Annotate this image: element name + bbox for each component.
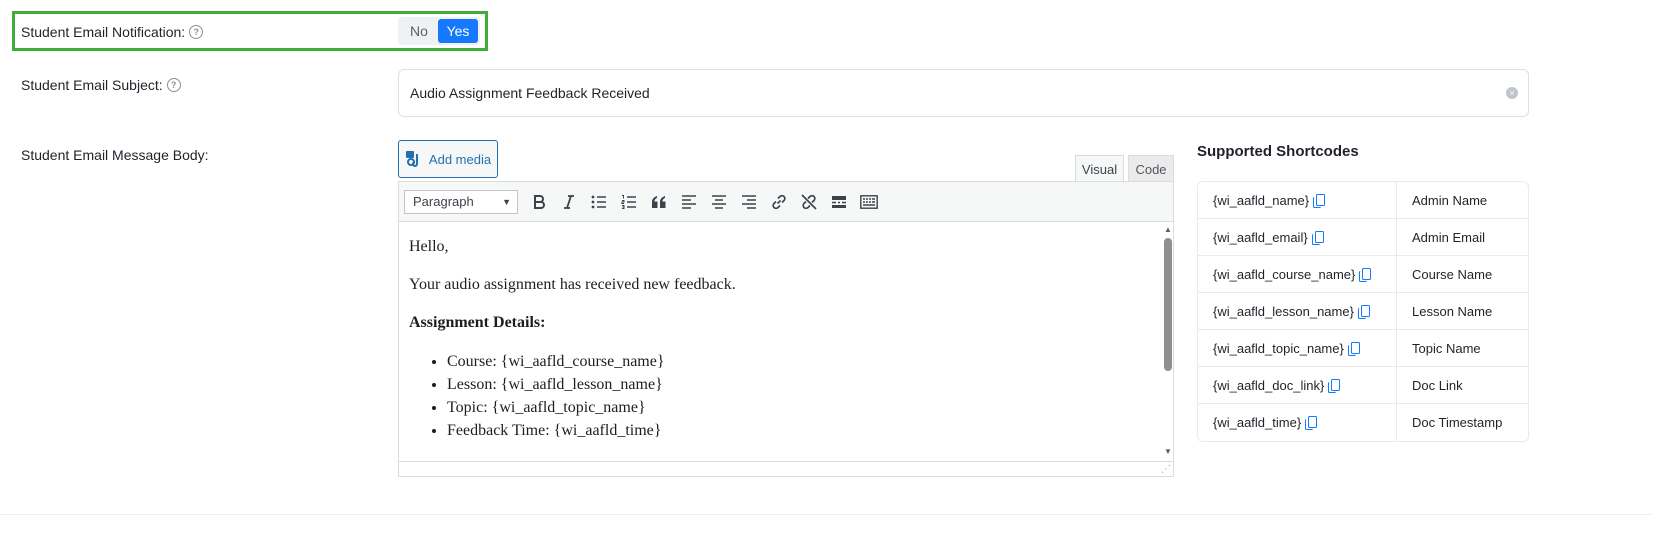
copy-icon[interactable] [1347,341,1360,356]
details-list: Course: {wi_aafld_course_name} Lesson: {… [447,350,1153,442]
shortcode-desc: Admin Email [1412,229,1485,245]
shortcode-desc: Admin Name [1412,192,1488,208]
table-row: {wi_aafld_doc_link} Doc Link [1198,367,1528,404]
read-more-icon[interactable] [824,188,854,216]
greeting-text: Hello, [409,238,449,255]
shortcode-desc: Lesson Name [1412,303,1493,319]
shortcode-desc: Doc Timestamp [1412,415,1503,430]
align-center-icon[interactable] [704,188,734,216]
align-left-icon[interactable] [674,188,704,216]
shortcode-value: {wi_aafld_time} [1213,415,1302,430]
add-media-button[interactable]: Add media [398,140,498,178]
shortcode-value: {wi_aafld_lesson_name} [1213,303,1354,319]
subject-input[interactable] [398,69,1529,117]
shortcodes-table: {wi_aafld_name} Admin Name {wi_aafld_ema… [1197,181,1529,442]
chevron-down-icon: ▼ [502,196,511,207]
list-item: Feedback Time: {wi_aafld_time} [447,419,1153,442]
copy-icon[interactable] [1359,267,1372,282]
table-row: {wi_aafld_name} Admin Name [1198,182,1528,219]
table-row: {wi_aafld_lesson_name} Lesson Name [1198,293,1528,330]
notification-toggle[interactable]: No Yes [398,17,480,45]
copy-icon[interactable] [1311,230,1324,245]
shortcode-desc: Course Name [1412,266,1493,282]
copy-icon[interactable] [1313,193,1326,208]
divider [0,514,1653,515]
help-icon[interactable]: ? [189,25,204,39]
toggle-yes-option[interactable]: Yes [438,19,478,43]
editor-statusbar: ⋰ [399,461,1173,476]
format-select[interactable]: Paragraph ▼ [404,189,518,214]
table-row: {wi_aafld_email} Admin Email [1198,219,1528,256]
scroll-down-arrow-icon[interactable]: ▼ [1164,447,1172,456]
notification-label: Student Email Notification: [21,24,186,40]
intro-text: Your audio assignment has received new f… [409,276,736,293]
shortcode-desc: Topic Name [1412,340,1481,356]
body-label: Student Email Message Body: [21,147,209,163]
tab-visual[interactable]: Visual [1075,155,1124,182]
shortcode-value: {wi_aafld_email} [1213,229,1308,245]
list-item: Lesson: {wi_aafld_lesson_name} [447,373,1153,396]
toggle-no-option[interactable]: No [400,19,438,43]
rich-text-editor[interactable]: Paragraph ▼ Hello, Your audio assignment… [398,181,1174,477]
shortcode-value: {wi_aafld_name} [1213,192,1310,208]
shortcode-desc: Doc Link [1412,377,1463,393]
editor-toolbar: Paragraph ▼ [399,182,1173,222]
shortcodes-title: Supported Shortcodes [1197,143,1359,160]
details-heading: Assignment Details: [409,314,546,331]
table-row: {wi_aafld_topic_name} Topic Name [1198,330,1528,367]
link-icon[interactable] [764,188,794,216]
resize-handle-icon[interactable]: ⋰ [1161,464,1171,475]
blockquote-icon[interactable] [644,188,674,216]
bold-icon[interactable] [524,188,554,216]
numbered-list-icon[interactable] [614,188,644,216]
table-row: {wi_aafld_course_name} Course Name [1198,256,1528,293]
copy-icon[interactable] [1305,416,1318,430]
scroll-up-arrow-icon[interactable]: ▲ [1164,225,1172,234]
list-item: Course: {wi_aafld_course_name} [447,350,1153,373]
toolbar-toggle-icon[interactable] [854,188,884,216]
shortcode-value: {wi_aafld_topic_name} [1213,340,1344,356]
bullet-list-icon[interactable] [584,188,614,216]
close-circle-icon[interactable]: × [1506,87,1518,99]
align-right-icon[interactable] [734,188,764,216]
add-media-label: Add media [428,151,492,167]
notification-label-row: Student Email Notification: ? [21,24,204,40]
unlink-icon[interactable] [794,188,824,216]
subject-label: Student Email Subject: [21,77,163,93]
shortcode-value: {wi_aafld_course_name} [1213,266,1356,282]
italic-icon[interactable] [554,188,584,216]
help-icon[interactable]: ? [166,78,181,92]
format-select-value: Paragraph [413,194,474,209]
scrollbar-thumb[interactable] [1164,238,1172,371]
copy-icon[interactable] [1328,378,1341,393]
body-label-row: Student Email Message Body: [21,147,209,163]
media-icon [405,151,418,167]
tab-code[interactable]: Code [1128,155,1174,182]
table-row: {wi_aafld_time} Doc Timestamp [1198,404,1528,441]
copy-icon[interactable] [1357,304,1370,319]
subject-label-row: Student Email Subject: ? [21,77,181,93]
list-item: Topic: {wi_aafld_topic_name} [447,396,1153,419]
editor-scrollbar[interactable]: ▲ ▼ [1163,222,1173,460]
editor-content[interactable]: Hello, Your audio assignment has receive… [399,222,1163,460]
shortcode-value: {wi_aafld_doc_link} [1213,377,1325,393]
